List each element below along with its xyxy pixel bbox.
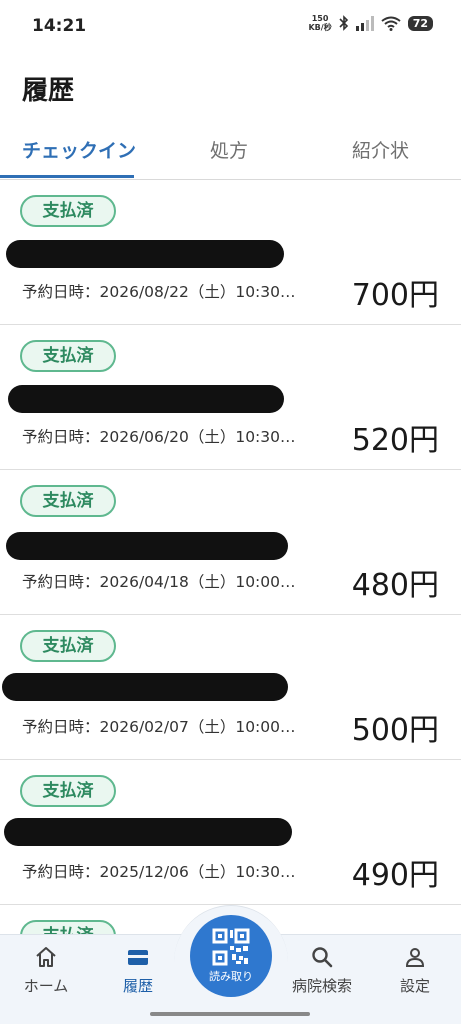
qr-code-icon [212, 928, 250, 966]
tab-prescription[interactable]: 処方 [210, 136, 248, 163]
tab-bar: チェックイン 処方 紹介状 [0, 128, 461, 180]
history-list: 支払済 予約日時：2026/08/22（土）10:30… 700円 支払済 予約… [0, 180, 461, 1024]
nav-home[interactable]: ホーム [8, 945, 84, 996]
status-time: 14:21 [32, 16, 87, 36]
reservation-datetime: 予約日時：2026/04/18（土）10:00… [22, 573, 296, 591]
price: 490円 [351, 858, 439, 893]
battery-indicator: 72 [407, 15, 433, 31]
home-icon [36, 947, 56, 967]
paid-badge: 支払済 [20, 195, 116, 227]
paid-badge: 支払済 [20, 485, 116, 517]
page-title: 履歴 [22, 76, 75, 106]
wifi-icon [381, 16, 401, 31]
search-icon [312, 947, 333, 968]
history-item[interactable]: 支払済 予約日時：2025/12/06（土）10:30… 490円 [0, 760, 461, 905]
nav-home-label: ホーム [23, 977, 69, 995]
price: 520円 [351, 423, 439, 458]
redacted-clinic-name [8, 385, 284, 413]
redacted-clinic-name [6, 240, 284, 268]
price: 700円 [351, 278, 439, 313]
person-icon [405, 948, 425, 967]
paid-badge: 支払済 [20, 340, 116, 372]
scan-label: 読み取り [209, 970, 253, 983]
home-indicator[interactable] [150, 1012, 310, 1016]
reservation-datetime: 予約日時：2026/02/07（土）10:00… [22, 718, 296, 736]
card-icon [128, 950, 148, 965]
reservation-datetime: 予約日時：2026/06/20（土）10:30… [22, 428, 296, 446]
nav-settings[interactable]: 設定 [377, 945, 453, 996]
redacted-clinic-name [6, 532, 288, 560]
paid-badge: 支払済 [20, 775, 116, 807]
tab-referral[interactable]: 紹介状 [352, 136, 409, 163]
history-item[interactable]: 支払済 予約日時：2026/02/07（土）10:00… 500円 [0, 615, 461, 760]
nav-search-label: 病院検索 [291, 977, 352, 995]
scan-button[interactable]: 読み取り [190, 915, 272, 997]
signal-icon [355, 15, 374, 31]
nav-settings-label: 設定 [399, 977, 430, 995]
history-item[interactable]: 支払済 予約日時：2026/08/22（土）10:30… 700円 [0, 180, 461, 325]
history-item[interactable]: 支払済 予約日時：2026/04/18（土）10:00… 480円 [0, 470, 461, 615]
status-icons: 150 KB/秒 72 [308, 14, 433, 32]
paid-badge: 支払済 [20, 630, 116, 662]
tab-checkin[interactable]: チェックイン [22, 136, 135, 163]
reservation-datetime: 予約日時：2025/12/06（土）10:30… [22, 863, 296, 881]
history-item[interactable]: 支払済 予約日時：2026/06/20（土）10:30… 520円 [0, 325, 461, 470]
reservation-datetime: 予約日時：2026/08/22（土）10:30… [22, 283, 296, 301]
nav-hospital-search[interactable]: 病院検索 [284, 945, 360, 996]
nav-history[interactable]: 履歴 [100, 945, 176, 996]
nav-history-label: 履歴 [122, 977, 153, 995]
price: 500円 [351, 713, 439, 748]
price: 480円 [351, 568, 439, 603]
redacted-clinic-name [4, 818, 292, 846]
redacted-clinic-name [2, 673, 288, 701]
network-speed: 150 KB/秒 [308, 14, 332, 32]
active-tab-indicator [0, 175, 134, 178]
bluetooth-icon [339, 15, 348, 31]
status-bar: 14:21 150 KB/秒 72 [0, 0, 461, 54]
